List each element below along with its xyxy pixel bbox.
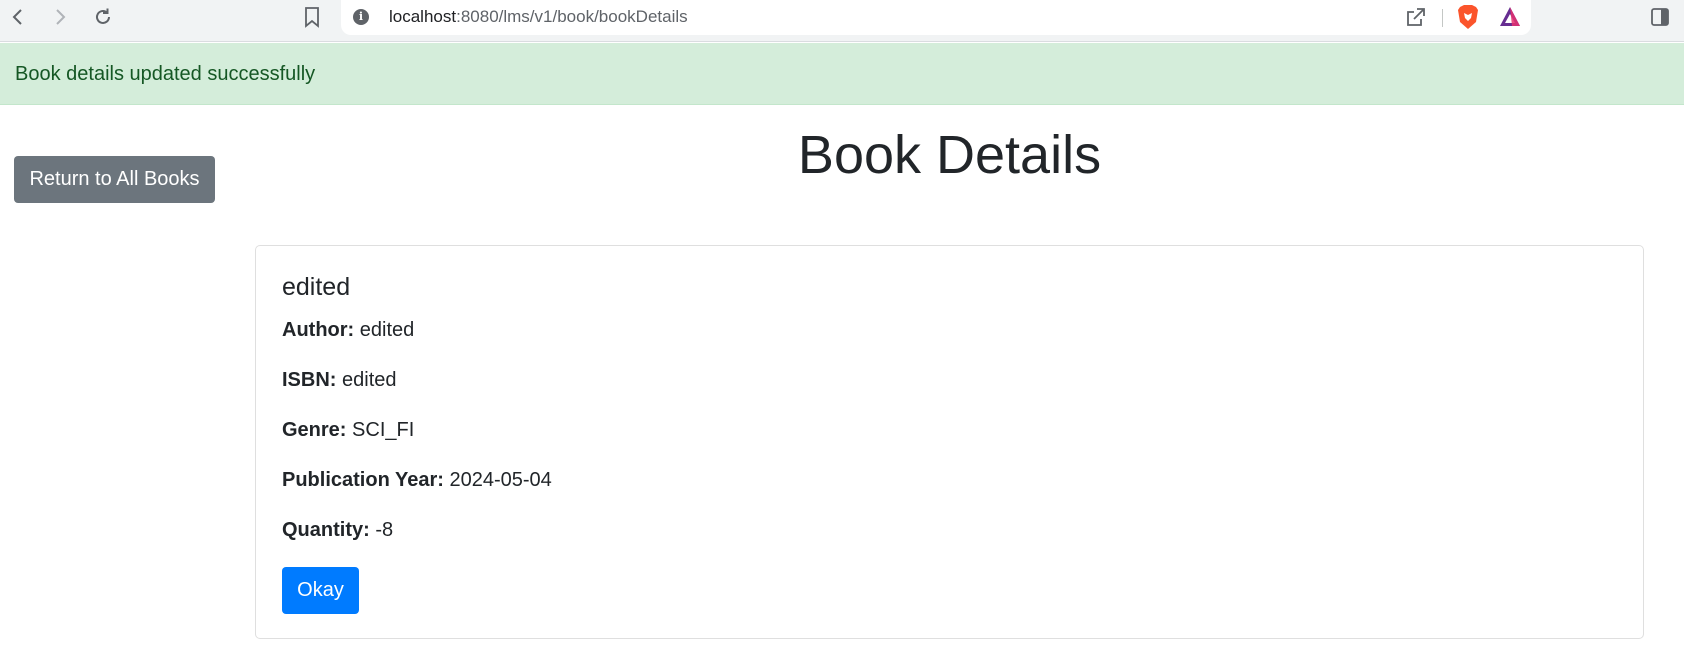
author-field: Author: edited (282, 319, 414, 342)
url-host: localhost (389, 7, 457, 26)
field-label: Genre: (282, 419, 347, 441)
field-label: ISBN: (282, 369, 337, 391)
bookmark-icon[interactable] (300, 5, 324, 29)
field-label: Author: (282, 319, 355, 341)
isbn-field: ISBN: edited (282, 369, 397, 392)
alert-message: Book details updated successfully (15, 63, 316, 85)
field-label: Quantity: (282, 519, 370, 541)
url-text[interactable]: localhost:8080/lms/v1/book/bookDetails (389, 7, 688, 27)
quantity-field: Quantity: -8 (282, 519, 393, 542)
genre-field: Genre: SCI_FI (282, 419, 414, 442)
success-alert: Book details updated successfully (0, 43, 1684, 105)
address-bar[interactable]: i localhost:8080/lms/v1/book/bookDetails (341, 0, 1531, 35)
browser-toolbar: i localhost:8080/lms/v1/book/bookDetails (0, 0, 1684, 42)
book-details-card: edited Author: edited ISBN: edited Genre… (255, 245, 1644, 639)
rewards-icon[interactable] (1498, 5, 1522, 34)
brave-icon[interactable] (1456, 4, 1480, 35)
forward-icon[interactable] (48, 5, 72, 29)
field-value: edited (359, 319, 415, 341)
publication-year-field: Publication Year: 2024-05-04 (282, 469, 552, 492)
toolbar-separator (1442, 9, 1443, 27)
return-to-all-books-button[interactable]: Return to All Books (14, 156, 215, 203)
reload-icon[interactable] (91, 5, 115, 29)
back-icon[interactable] (6, 5, 30, 29)
okay-button[interactable]: Okay (282, 567, 359, 614)
share-icon[interactable] (1404, 5, 1428, 34)
info-icon[interactable]: i (353, 9, 369, 25)
url-path: :8080/lms/v1/book/bookDetails (456, 7, 688, 26)
field-value: SCI_FI (352, 419, 415, 441)
book-title: edited (282, 273, 351, 301)
field-value: 2024-05-04 (449, 469, 552, 491)
field-label: Publication Year: (282, 469, 444, 491)
sidepanel-icon[interactable] (1650, 7, 1670, 32)
field-value: -8 (375, 519, 394, 541)
page-title: Book Details (797, 125, 1102, 185)
field-value: edited (342, 369, 397, 391)
